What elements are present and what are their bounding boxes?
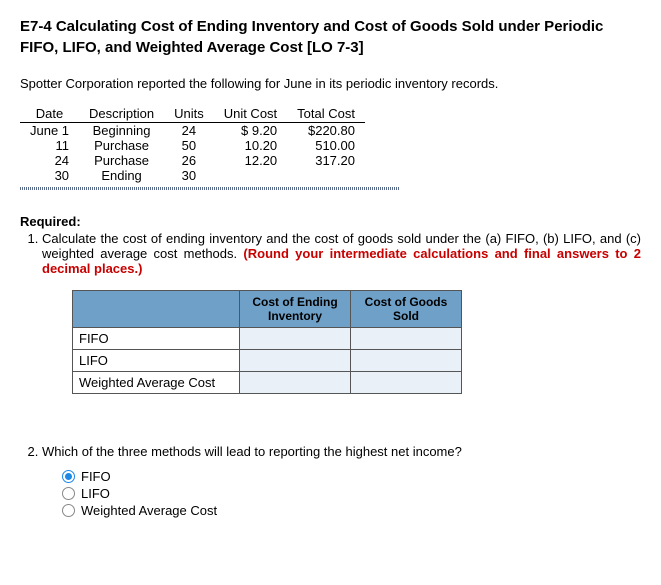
radio-icon (62, 487, 75, 500)
cell-date: June 1 (20, 123, 79, 139)
cell-desc: Purchase (79, 138, 164, 153)
answer-row-label: Weighted Average Cost (73, 372, 240, 394)
cell-unitcost: 10.20 (214, 138, 287, 153)
inventory-table: Date Description Units Unit Cost Total C… (20, 105, 365, 183)
inv-header-units: Units (164, 105, 214, 123)
intro-text: Spotter Corporation reported the followi… (20, 76, 641, 91)
inv-header-date: Date (20, 105, 79, 123)
radio-label: Weighted Average Cost (81, 503, 217, 518)
answer-header-blank (73, 291, 240, 328)
cell-total: 317.20 (287, 153, 365, 168)
cell-unitcost: 12.20 (214, 153, 287, 168)
inv-header-desc: Description (79, 105, 164, 123)
cell-total: 510.00 (287, 138, 365, 153)
inv-row: 30 Ending 30 (20, 168, 365, 183)
answer-table: Cost of Ending Inventory Cost of Goods S… (72, 290, 462, 394)
wac-cogs-input[interactable] (351, 372, 462, 394)
inv-row: 11 Purchase 50 10.20 510.00 (20, 138, 365, 153)
question-1: Calculate the cost of ending inventory a… (42, 231, 641, 394)
cell-unitcost (214, 168, 287, 183)
radio-option-wac[interactable]: Weighted Average Cost (62, 503, 641, 518)
fifo-ending-input[interactable] (240, 328, 351, 350)
cell-units: 26 (164, 153, 214, 168)
q2-text: Which of the three methods will lead to … (42, 444, 462, 459)
cell-desc: Purchase (79, 153, 164, 168)
fifo-cogs-input[interactable] (351, 328, 462, 350)
cell-units: 30 (164, 168, 214, 183)
cell-date: 30 (20, 168, 79, 183)
wac-ending-input[interactable] (240, 372, 351, 394)
cell-total: $220.80 (287, 123, 365, 139)
radio-icon (62, 504, 75, 517)
answer-header-col2: Cost of Goods Sold (351, 291, 462, 328)
answer-header-col1: Cost of Ending Inventory (240, 291, 351, 328)
radio-label: LIFO (81, 486, 110, 501)
radio-icon (62, 470, 75, 483)
cell-date: 24 (20, 153, 79, 168)
question-2: Which of the three methods will lead to … (42, 444, 641, 518)
q2-radio-group: FIFO LIFO Weighted Average Cost (62, 469, 641, 518)
radio-option-fifo[interactable]: FIFO (62, 469, 641, 484)
inv-header-total: Total Cost (287, 105, 365, 123)
cell-desc: Beginning (79, 123, 164, 139)
cell-units: 24 (164, 123, 214, 139)
lifo-ending-input[interactable] (240, 350, 351, 372)
cell-desc: Ending (79, 168, 164, 183)
inv-row: 24 Purchase 26 12.20 317.20 (20, 153, 365, 168)
answer-row-label: LIFO (73, 350, 240, 372)
inv-row: June 1 Beginning 24 $ 9.20 $220.80 (20, 123, 365, 139)
cell-date: 11 (20, 138, 79, 153)
page-title: E7-4 Calculating Cost of Ending Inventor… (20, 16, 641, 58)
cell-units: 50 (164, 138, 214, 153)
required-label: Required: (20, 214, 641, 229)
divider (20, 187, 400, 190)
cell-total (287, 168, 365, 183)
lifo-cogs-input[interactable] (351, 350, 462, 372)
answer-row-label: FIFO (73, 328, 240, 350)
radio-option-lifo[interactable]: LIFO (62, 486, 641, 501)
inv-header-unitcost: Unit Cost (214, 105, 287, 123)
cell-unitcost: $ 9.20 (214, 123, 287, 139)
radio-label: FIFO (81, 469, 111, 484)
